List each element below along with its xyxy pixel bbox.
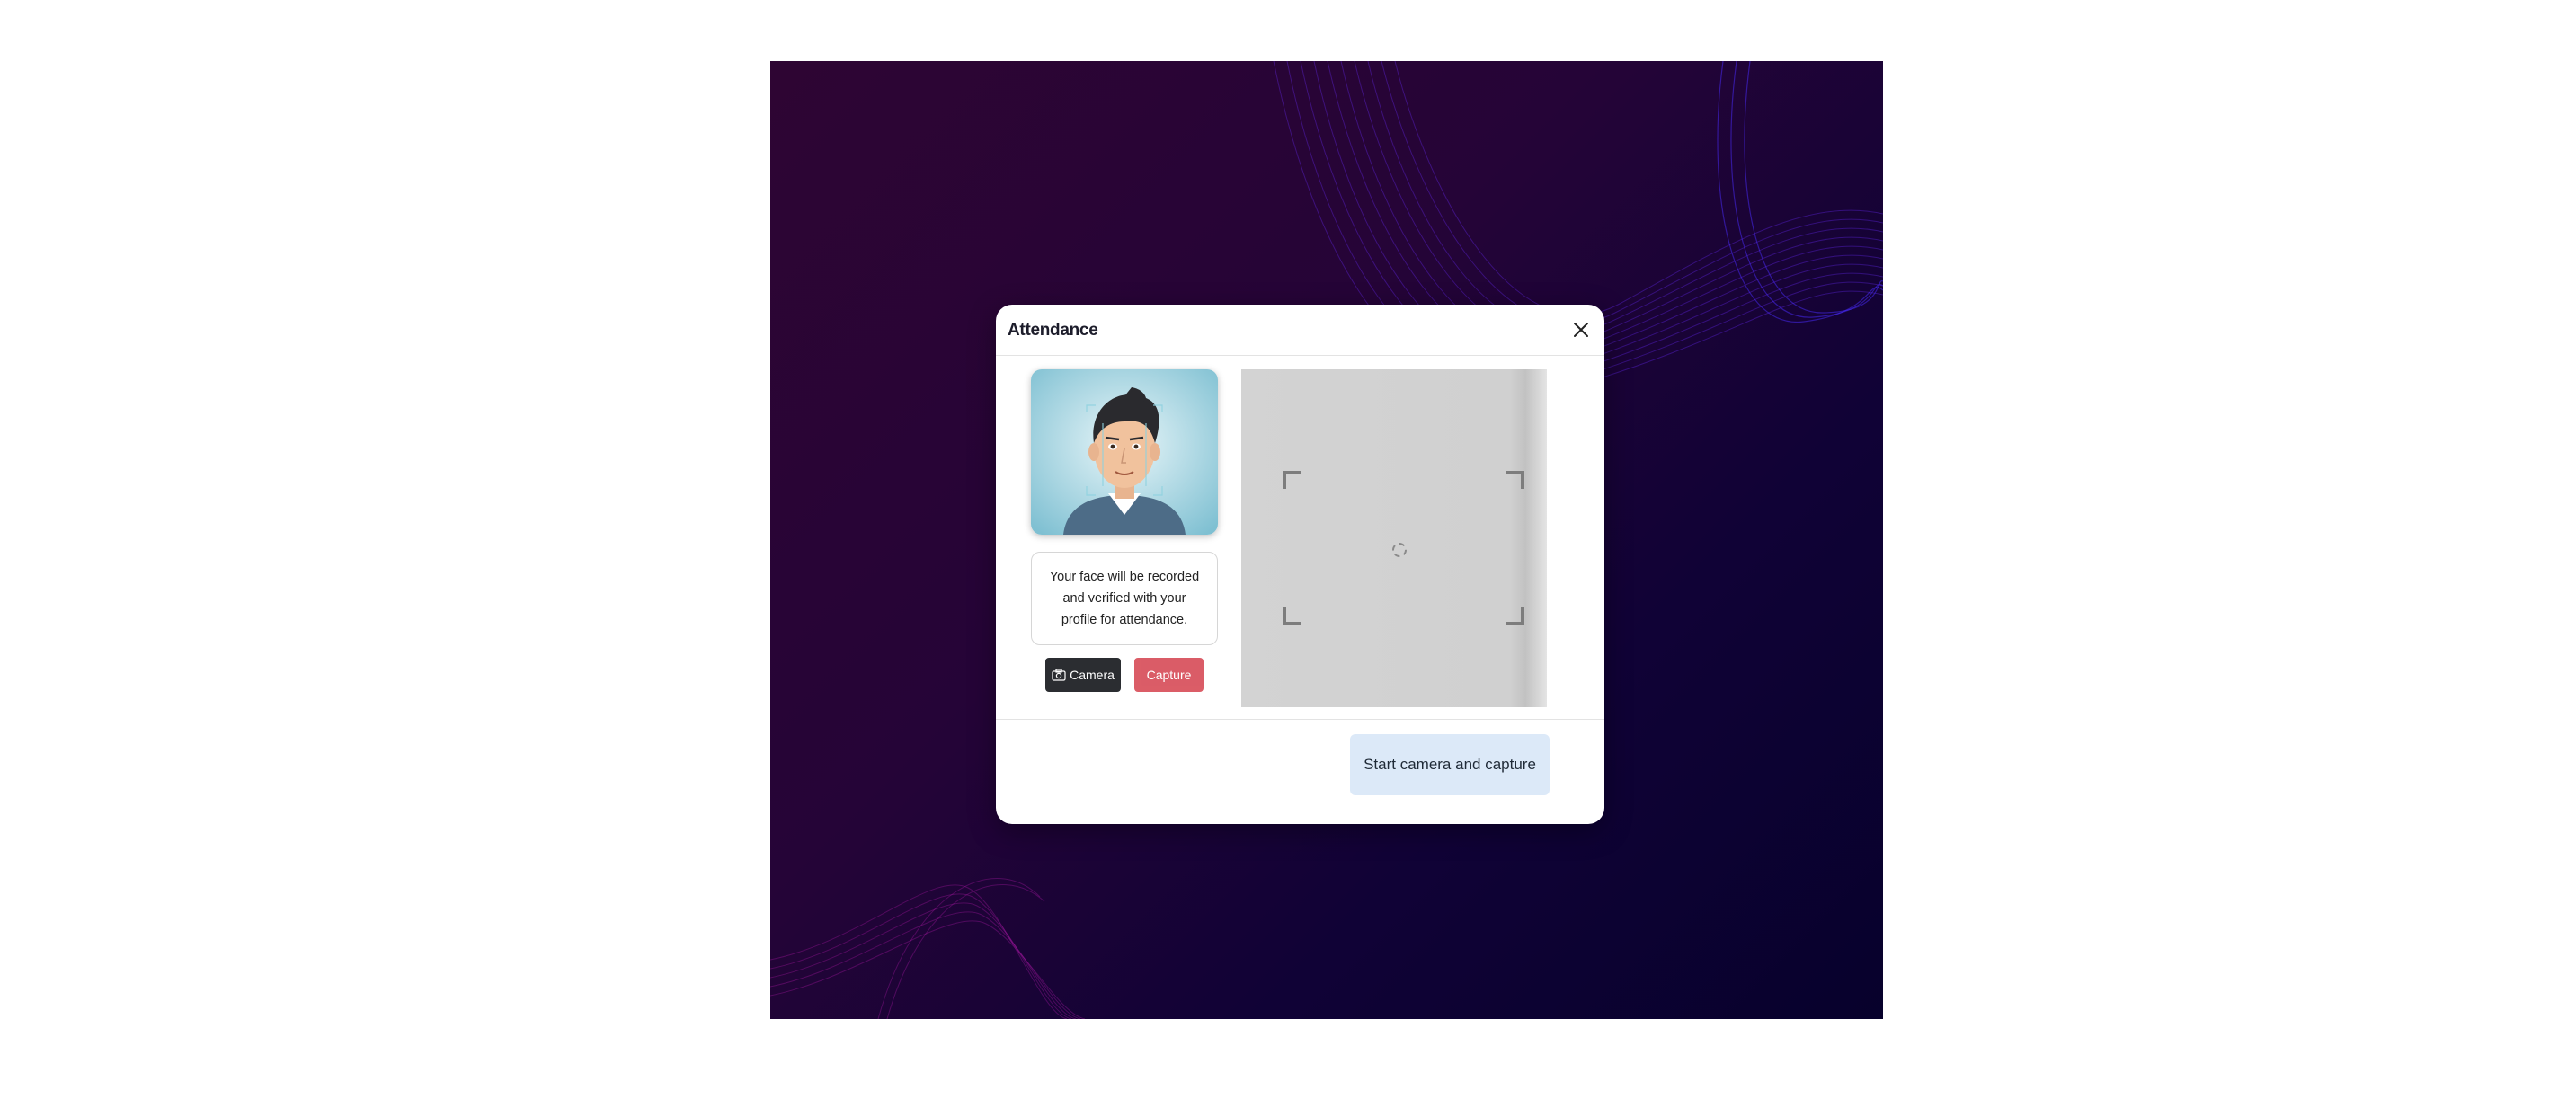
modal-header: Attendance — [996, 305, 1604, 356]
close-icon — [1574, 323, 1588, 337]
loading-spinner-icon — [1392, 543, 1407, 557]
camera-button[interactable]: Camera — [1045, 658, 1121, 692]
face-scan-illustration — [1031, 369, 1218, 535]
camera-button-label: Camera — [1070, 668, 1115, 682]
info-message: Your face will be recorded and verified … — [1031, 552, 1218, 645]
modal-title: Attendance — [1008, 321, 1098, 340]
attendance-modal: Attendance Your face will be recorded an… — [996, 305, 1604, 824]
focus-corner-bottom-left — [1283, 607, 1301, 625]
focus-corner-bottom-right — [1506, 607, 1524, 625]
camera-icon — [1052, 669, 1066, 681]
capture-button[interactable]: Capture — [1134, 658, 1204, 692]
footer-divider — [996, 719, 1604, 720]
avatar-icon — [1031, 369, 1218, 535]
camera-preview — [1241, 369, 1547, 707]
start-camera-capture-button[interactable]: Start camera and capture — [1350, 734, 1550, 795]
focus-corner-top-left — [1283, 471, 1301, 489]
focus-corner-top-right — [1506, 471, 1524, 489]
close-button[interactable] — [1570, 319, 1592, 341]
